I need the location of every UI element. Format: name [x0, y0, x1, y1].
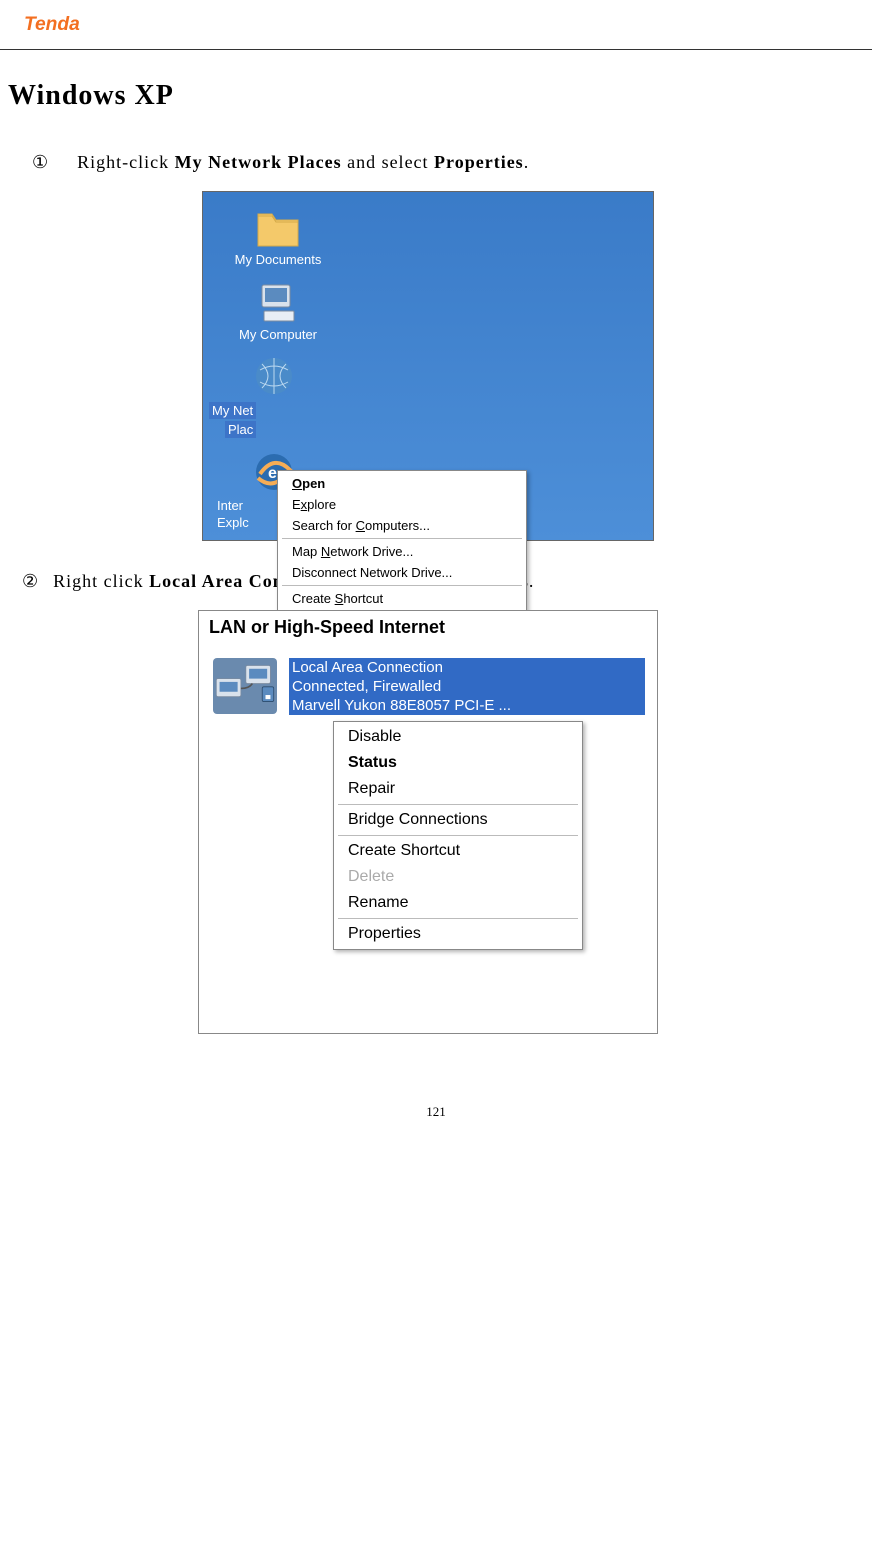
icon-label: My Computer — [239, 327, 317, 342]
menu-item-create-shortcut[interactable]: Create Shortcut — [334, 838, 582, 864]
icon-label: My Net — [209, 402, 256, 419]
lan-line-2: Connected, Firewalled — [289, 677, 645, 696]
menu-item-status[interactable]: Status — [334, 750, 582, 776]
tenda-logo-icon: Tenda — [24, 10, 144, 38]
menu-item-bridge-connections[interactable]: Bridge Connections — [334, 807, 582, 833]
menu-separator — [338, 918, 578, 919]
desktop-icon-my-network-places[interactable]: My Net Plac — [209, 352, 339, 438]
menu-item-disable[interactable]: Disable — [334, 724, 582, 750]
menu-item-create-shortcut[interactable]: Create Shortcut — [278, 588, 526, 609]
page-content: Windows XP ① Right-click My Network Plac… — [0, 50, 872, 1074]
menu-item-repair[interactable]: Repair — [334, 776, 582, 802]
network-connection-icon — [213, 658, 277, 714]
figure-2-wrap: LAN or High-Speed Internet Local Area Co… — [8, 610, 848, 1034]
page-header: Tenda — [0, 0, 872, 50]
menu-item-map-network-drive[interactable]: Map Network Drive... — [278, 541, 526, 562]
step-1-text: Right-click My Network Places and select… — [77, 152, 529, 173]
menu-item-disconnect-network-drive[interactable]: Disconnect Network Drive... — [278, 562, 526, 583]
lan-line-1: Local Area Connection — [289, 658, 645, 677]
menu-separator — [338, 835, 578, 836]
icon-label: Explc — [217, 515, 249, 530]
menu-item-search-computers[interactable]: Search for Computers... — [278, 515, 526, 536]
screenshot-desktop-context-menu: My Documents My Computer My Net Plac e I… — [202, 191, 654, 541]
desktop-icon-my-documents[interactable]: My Documents — [213, 202, 343, 267]
lan-selection-text: Local Area Connection Connected, Firewal… — [289, 658, 645, 715]
lan-line-3: Marvell Yukon 88E8057 PCI-E ... — [289, 696, 645, 715]
step-1: ① Right-click My Network Places and sele… — [32, 152, 848, 173]
figure-1-wrap: My Documents My Computer My Net Plac e I… — [8, 191, 848, 541]
menu-separator — [282, 538, 522, 539]
screenshot-lan-context-menu: LAN or High-Speed Internet Local Area Co… — [198, 610, 658, 1034]
step-2-number: ② — [22, 571, 39, 592]
menu-item-delete: Delete — [334, 864, 582, 890]
menu-separator — [282, 585, 522, 586]
menu-item-open[interactable]: Open — [278, 473, 526, 494]
context-menu-lan: Disable Status Repair Bridge Connections… — [333, 721, 583, 950]
menu-separator — [338, 804, 578, 805]
svg-text:Tenda: Tenda — [24, 14, 80, 35]
icon-label: My Documents — [235, 252, 322, 267]
desktop-icon-my-computer[interactable]: My Computer — [213, 277, 343, 342]
menu-item-properties[interactable]: Properties — [334, 921, 582, 947]
folder-icon — [254, 202, 302, 250]
lan-item[interactable]: Local Area Connection Connected, Firewal… — [199, 644, 657, 715]
lan-section-title: LAN or High-Speed Internet — [199, 611, 657, 644]
svg-text:e: e — [268, 465, 277, 482]
step-1-number: ① — [32, 152, 49, 173]
icon-label: Plac — [225, 421, 256, 438]
menu-item-explore[interactable]: Explore — [278, 494, 526, 515]
menu-item-rename[interactable]: Rename — [334, 890, 582, 916]
icon-label: Inter — [217, 498, 243, 513]
computer-icon — [254, 277, 302, 325]
page-number: 121 — [0, 1104, 872, 1130]
page-title: Windows XP — [8, 80, 848, 112]
globe-icon — [250, 352, 298, 400]
